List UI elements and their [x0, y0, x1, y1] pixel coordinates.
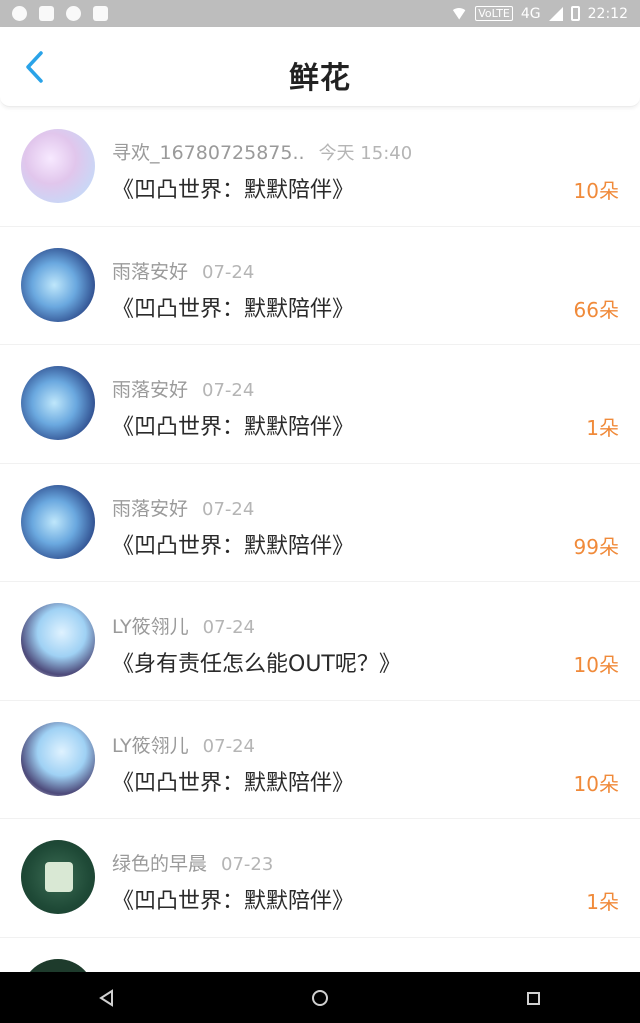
header: 鲜花: [0, 27, 640, 107]
timestamp: 07-24: [202, 380, 255, 401]
book-title[interactable]: 《凹凸世界：默默陪伴》: [112, 883, 354, 915]
book-title[interactable]: 《凹凸世界：默默陪伴》: [112, 765, 354, 797]
flower-count: 1朵: [586, 416, 619, 440]
avatar[interactable]: [21, 129, 95, 203]
book-title[interactable]: 《凹凸世界：默默陪伴》: [112, 291, 354, 323]
notification-icon: [12, 6, 27, 21]
status-bar: VoLTE 4G 22:12: [0, 0, 640, 27]
book-title[interactable]: 《身有责任怎么能OUT呢？》: [112, 646, 401, 678]
timestamp: 07-24: [202, 261, 255, 283]
nav-home-button[interactable]: [290, 978, 350, 1018]
wifi-icon: [451, 7, 468, 20]
nav-recents-button[interactable]: [503, 978, 563, 1018]
status-time: 22:12: [587, 5, 628, 22]
timestamp: 07-24: [202, 735, 255, 757]
timestamp: 07-23: [221, 854, 274, 875]
avatar[interactable]: [21, 366, 95, 440]
volte-label: VoLTE: [475, 6, 513, 21]
flower-count: 10朵: [573, 179, 619, 203]
avatar[interactable]: [21, 603, 95, 677]
timestamp: 今天 15:40: [318, 143, 413, 164]
nav-back-button[interactable]: [77, 978, 137, 1018]
list-item[interactable]: 绿色的早晨 07-23 《凹凸世界：默默陪伴》 1朵: [0, 819, 640, 938]
avatar-image: [45, 862, 73, 892]
book-title[interactable]: 《凹凸世界：默默陪伴》: [112, 409, 354, 441]
user-name[interactable]: 绿色的早晨: [112, 853, 207, 875]
flower-count: 1朵: [586, 890, 619, 914]
book-title[interactable]: 《凹凸世界：默默陪伴》: [112, 528, 354, 560]
list-item[interactable]: 雨落安好 07-24 《凹凸世界：默默陪伴》 99朵: [0, 464, 640, 582]
avatar[interactable]: [21, 721, 95, 796]
user-name[interactable]: 雨落安好: [112, 379, 188, 401]
user-name[interactable]: 雨落安好: [112, 498, 188, 520]
flower-count: 66朵: [573, 297, 619, 322]
network-label: 4G: [520, 5, 541, 22]
timestamp: 07-24: [202, 617, 255, 638]
flower-count: 99朵: [573, 534, 619, 559]
lock-icon: [93, 6, 108, 21]
user-name[interactable]: 雨落安好: [112, 261, 188, 283]
flower-list: 寻欢_16780725875.. 今天 15:40 《凹凸世界：默默陪伴》 10朵…: [0, 108, 640, 978]
notification-icon: [66, 6, 81, 21]
avatar[interactable]: [21, 247, 95, 322]
notification-icon: [39, 6, 54, 21]
list-item[interactable]: 雨落安好 07-24 《凹凸世界：默默陪伴》 1朵: [0, 345, 640, 464]
list-item[interactable]: LY筱翎儿 07-24 《凹凸世界：默默陪伴》 10朵: [0, 701, 640, 819]
status-right: VoLTE 4G 22:12: [451, 6, 628, 22]
list-item[interactable]: 寻欢_16780725875.. 今天 15:40 《凹凸世界：默默陪伴》 10朵: [0, 108, 640, 227]
signal-icon: [548, 6, 563, 21]
page-title: 鲜花: [289, 61, 351, 96]
list-item[interactable]: 雨落安好 07-24 《凹凸世界：默默陪伴》 66朵: [0, 227, 640, 345]
flower-count: 10朵: [573, 653, 619, 677]
book-title[interactable]: 《凹凸世界：默默陪伴》: [112, 172, 354, 204]
list-item[interactable]: LY筱翎儿 07-24 《身有责任怎么能OUT呢？》 10朵: [0, 582, 640, 701]
user-name[interactable]: 寻欢_16780725875..: [112, 142, 305, 164]
notification-icons: [12, 6, 108, 21]
avatar[interactable]: [21, 484, 95, 559]
circle-home-icon: [311, 989, 328, 1006]
flower-count: 10朵: [573, 771, 619, 796]
avatar[interactable]: [21, 840, 95, 914]
system-nav-bar: [0, 972, 640, 1023]
battery-icon: [570, 6, 580, 21]
triangle-back-icon: [98, 988, 113, 1007]
timestamp: 07-24: [202, 498, 255, 520]
user-name[interactable]: LY筱翎儿: [112, 616, 189, 638]
user-name[interactable]: LY筱翎儿: [112, 735, 189, 757]
square-recents-icon: [527, 991, 541, 1005]
